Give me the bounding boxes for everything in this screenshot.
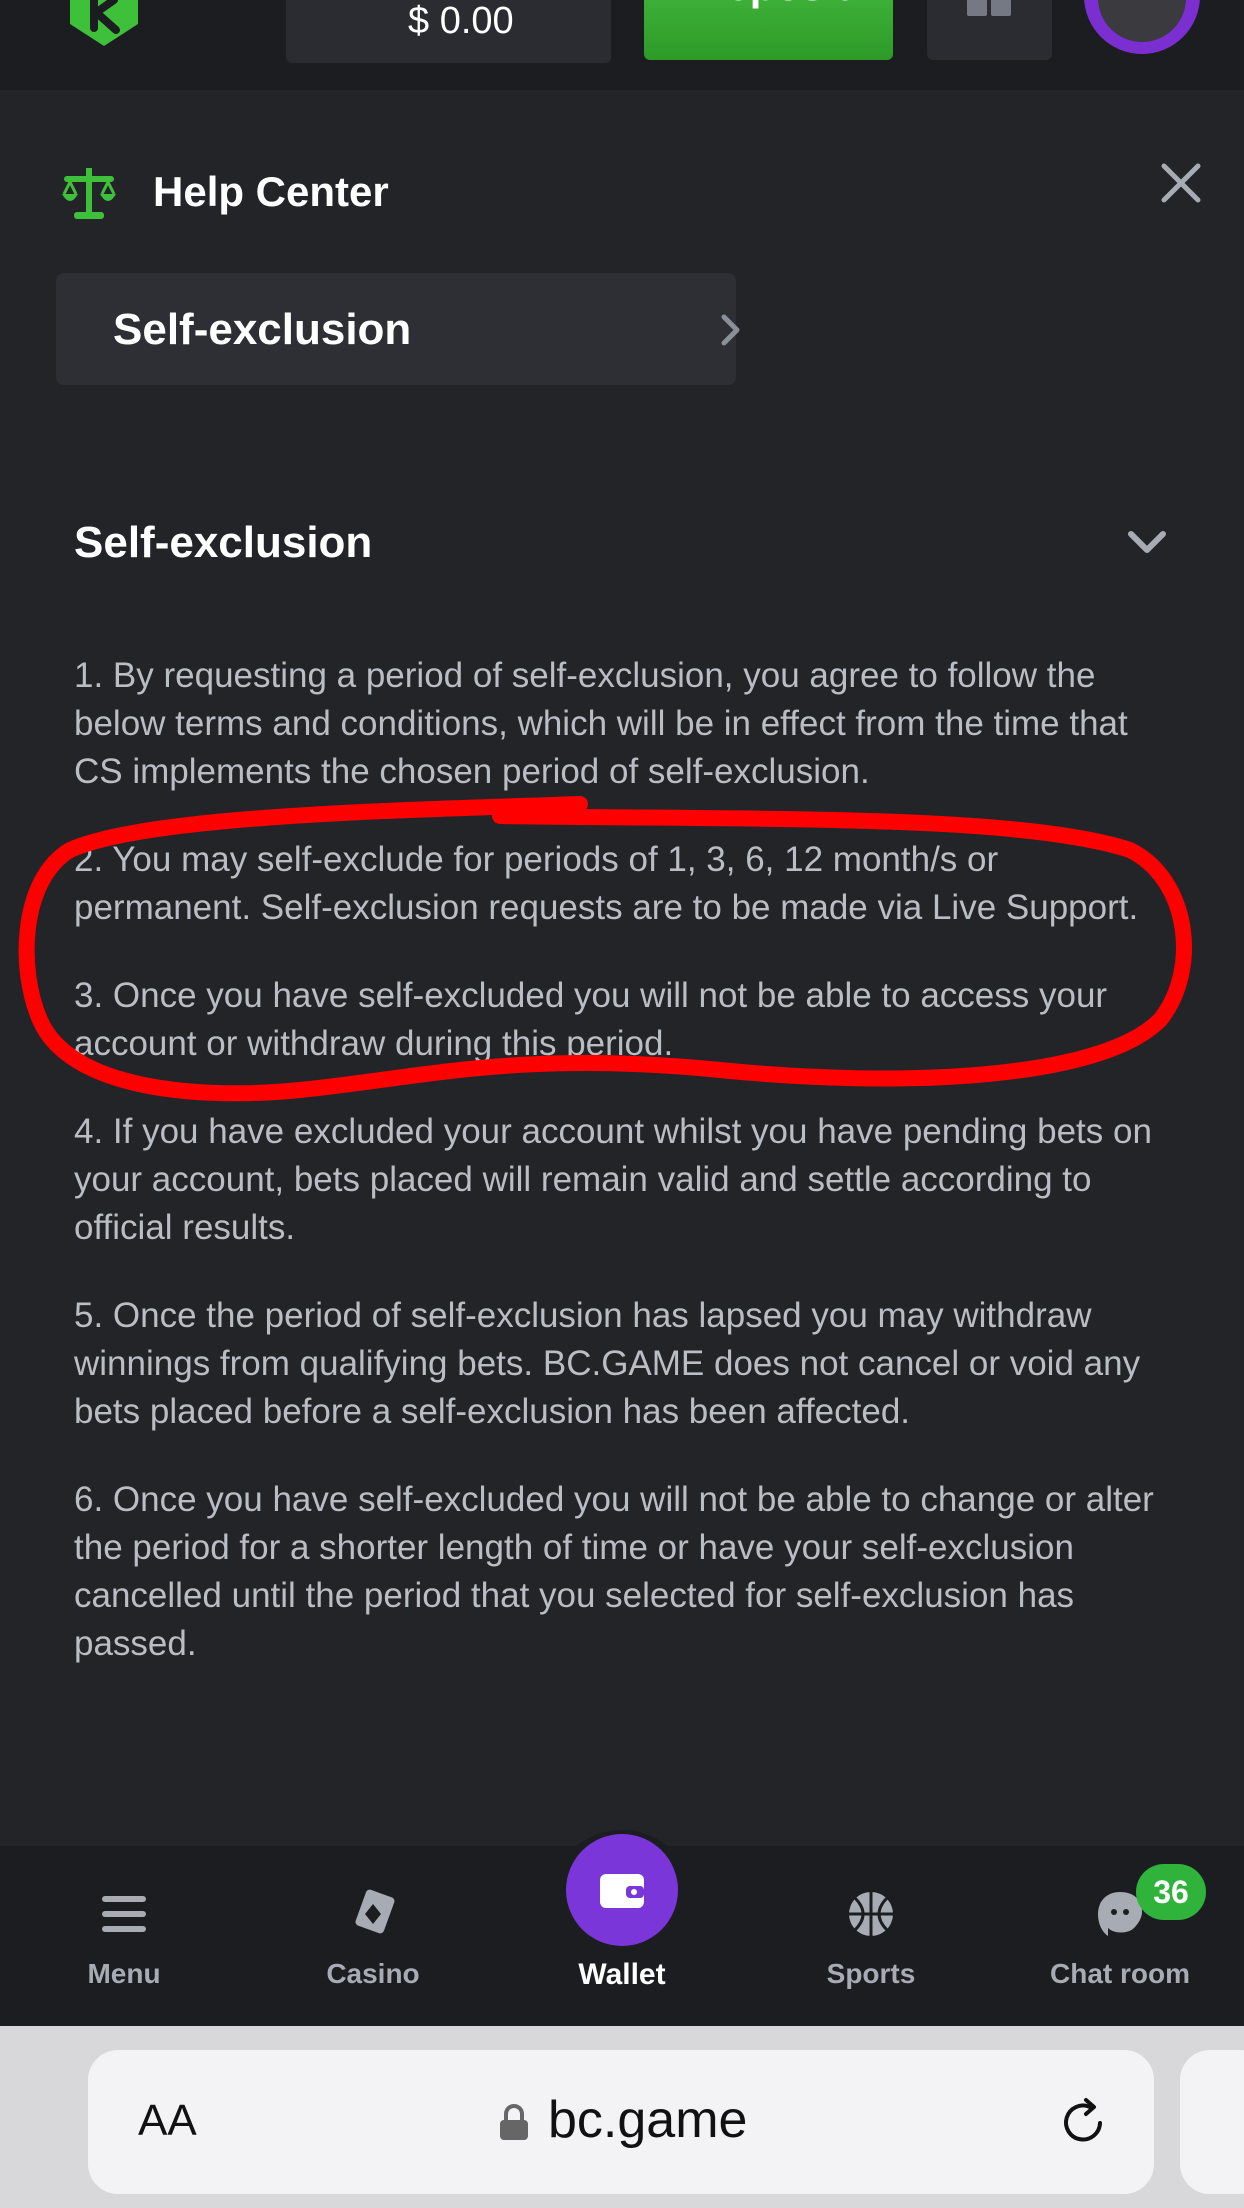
wallet-icon — [600, 1874, 644, 1908]
paragraph: 4. If you have excluded your account whi… — [74, 1112, 1152, 1247]
text-size-button[interactable]: AA — [138, 2096, 197, 2146]
address-bar[interactable]: AA bc.game — [88, 2050, 1154, 2194]
nav-sports[interactable]: Sports — [771, 1846, 971, 2026]
nav-wallet[interactable]: Wallet — [522, 1834, 722, 2026]
paragraph: 5. Once the period of self-exclusion has… — [74, 1296, 1141, 1431]
section-title[interactable]: Self-exclusion — [74, 518, 372, 568]
deposit-label: Deposit — [696, 0, 850, 10]
scale-icon — [62, 168, 116, 219]
sports-icon — [849, 1892, 893, 1936]
reload-icon[interactable] — [1056, 2096, 1110, 2150]
lock-icon — [500, 2104, 528, 2140]
close-icon[interactable] — [1160, 162, 1202, 204]
chat-badge: 36 — [1136, 1864, 1206, 1920]
next-tab-preview[interactable] — [1180, 2050, 1244, 2194]
menu-icon — [102, 1896, 146, 1932]
browser-bar: AA bc.game — [0, 2026, 1244, 2208]
balance-display[interactable]: $ 0.00 — [286, 0, 611, 63]
nav-menu[interactable]: Menu — [24, 1846, 224, 2026]
topic-selector[interactable]: Self-exclusion — [56, 273, 740, 385]
paragraph: 3. Once you have self-excluded you will … — [74, 976, 1108, 1063]
casino-icon — [355, 1889, 395, 1934]
bottom-nav: Menu Casino Wallet Sports Chat room — [0, 1834, 1244, 2026]
logo-icon[interactable] — [62, 0, 146, 48]
nav-label: Chat room — [1050, 1958, 1190, 1989]
chevron-right-icon — [721, 314, 740, 346]
nav-casino[interactable]: Casino — [273, 1846, 473, 2026]
nav-label: Sports — [826, 1958, 916, 1989]
top-bar: $ 0.00 Deposit — [0, 0, 1244, 90]
paragraph: 6. Once you have self-excluded you will … — [74, 1480, 1154, 1663]
deposit-button[interactable]: Deposit — [644, 0, 893, 60]
url-text: bc.game — [548, 2091, 748, 2149]
section-content: 1. By requesting a period of self-exclus… — [74, 652, 1174, 1708]
nav-label: Wallet — [578, 1958, 666, 1991]
nav-label: Casino — [326, 1958, 420, 1989]
paragraph: 1. By requesting a period of self-exclus… — [74, 656, 1128, 791]
avatar[interactable] — [1084, 0, 1200, 54]
balance-amount: $ 0.00 — [408, 0, 514, 42]
page-title: Help Center — [153, 168, 389, 215]
gift-button[interactable] — [927, 0, 1052, 60]
paragraph: 2. You may self-exclude for periods of 1… — [74, 840, 1139, 927]
nav-label: Menu — [87, 1958, 161, 1989]
topic-selector-label: Self-exclusion — [113, 305, 412, 354]
chevron-down-icon[interactable] — [1126, 528, 1168, 558]
wallet-bubble — [566, 1834, 678, 1946]
gift-icon — [967, 0, 987, 16]
